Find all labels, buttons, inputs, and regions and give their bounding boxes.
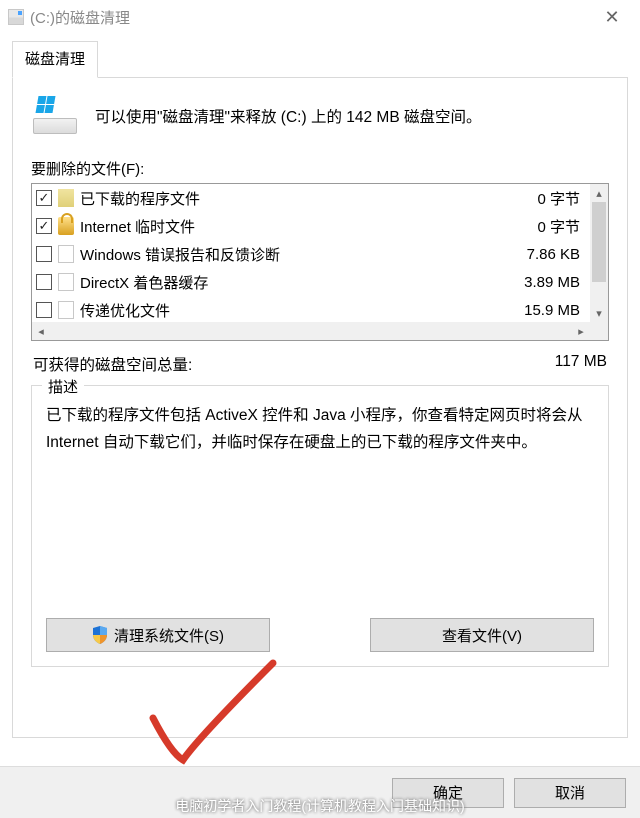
total-value: 117 MB (555, 353, 607, 375)
file-name: Internet 临时文件 (80, 216, 537, 237)
uac-shield-icon (92, 626, 108, 644)
scroll-corner (590, 322, 608, 340)
file-list-row[interactable]: DirectX 着色器缓存3.89 MB (32, 268, 590, 296)
dialog-button-bar: 确定 取消 (0, 766, 640, 818)
drive-icon (8, 9, 24, 25)
file-name: 已下载的程序文件 (80, 188, 537, 209)
file-size: 3.89 MB (524, 274, 584, 291)
file-list-row[interactable]: Internet 临时文件0 字节 (32, 212, 590, 240)
file-name: DirectX 着色器缓存 (80, 272, 524, 293)
file-name: 传递优化文件 (80, 300, 524, 321)
file-list-row[interactable]: 已下载的程序文件0 字节 (32, 184, 590, 212)
total-label: 可获得的磁盘空间总量: (33, 353, 192, 375)
file-name: Windows 错误报告和反馈诊断 (80, 244, 527, 265)
file-checkbox[interactable] (36, 302, 52, 318)
file-list-row[interactable]: 传递优化文件15.9 MB (32, 296, 590, 322)
description-title: 描述 (42, 376, 84, 397)
file-type-icon (58, 189, 74, 207)
description-text: 已下载的程序文件包括 ActiveX 控件和 Java 小程序，你查看特定网页时… (46, 396, 594, 456)
file-size: 0 字节 (537, 216, 584, 237)
scroll-thumb[interactable] (592, 202, 606, 282)
scroll-left-icon[interactable]: ◂ (32, 322, 50, 340)
intro-row: 可以使用"磁盘清理"来释放 (C:) 上的 142 MB 磁盘空间。 (31, 94, 609, 152)
file-checkbox[interactable] (36, 274, 52, 290)
file-size: 15.9 MB (524, 302, 584, 319)
close-button[interactable]: ✕ (592, 2, 632, 32)
cancel-label: 取消 (555, 782, 585, 803)
clean-system-files-button[interactable]: 清理系统文件(S) (46, 618, 270, 652)
tabstrip: 磁盘清理 (12, 40, 628, 78)
file-checkbox[interactable] (36, 190, 52, 206)
file-list-row[interactable]: Windows 错误报告和反馈诊断7.86 KB (32, 240, 590, 268)
scroll-right-icon[interactable]: ▸ (572, 322, 590, 340)
file-type-icon (58, 217, 74, 235)
window-titlebar: (C:)的磁盘清理 ✕ (0, 0, 640, 34)
scroll-down-icon[interactable]: ▾ (590, 304, 608, 322)
tab-panel: 可以使用"磁盘清理"来释放 (C:) 上的 142 MB 磁盘空间。 要删除的文… (12, 78, 628, 738)
view-files-label: 查看文件(V) (442, 625, 522, 646)
total-row: 可获得的磁盘空间总量: 117 MB (33, 353, 607, 375)
file-type-icon (58, 245, 74, 263)
tab-disk-cleanup[interactable]: 磁盘清理 (12, 41, 98, 78)
hand-drawn-checkmark-annotation (143, 658, 293, 782)
file-type-icon (58, 301, 74, 319)
view-files-button[interactable]: 查看文件(V) (370, 618, 594, 652)
file-size: 0 字节 (537, 188, 584, 209)
disk-cleanup-icon (33, 98, 77, 134)
window-title: (C:)的磁盘清理 (30, 7, 130, 28)
ok-label: 确定 (433, 782, 463, 803)
files-label: 要删除的文件(F): (31, 158, 609, 179)
vertical-scrollbar[interactable]: ▴ ▾ (590, 184, 608, 322)
cancel-button[interactable]: 取消 (514, 778, 626, 808)
scroll-up-icon[interactable]: ▴ (590, 184, 608, 202)
intro-text: 可以使用"磁盘清理"来释放 (C:) 上的 142 MB 磁盘空间。 (95, 105, 607, 127)
file-checkbox[interactable] (36, 246, 52, 262)
ok-button[interactable]: 确定 (392, 778, 504, 808)
file-checkbox[interactable] (36, 218, 52, 234)
horizontal-scrollbar[interactable]: ◂ ▸ (32, 322, 590, 340)
file-size: 7.86 KB (527, 246, 584, 263)
file-type-icon (58, 273, 74, 291)
file-list: 已下载的程序文件0 字节Internet 临时文件0 字节Windows 错误报… (31, 183, 609, 341)
clean-system-files-label: 清理系统文件(S) (114, 625, 224, 646)
description-group: 描述 已下载的程序文件包括 ActiveX 控件和 Java 小程序，你查看特定… (31, 385, 609, 667)
